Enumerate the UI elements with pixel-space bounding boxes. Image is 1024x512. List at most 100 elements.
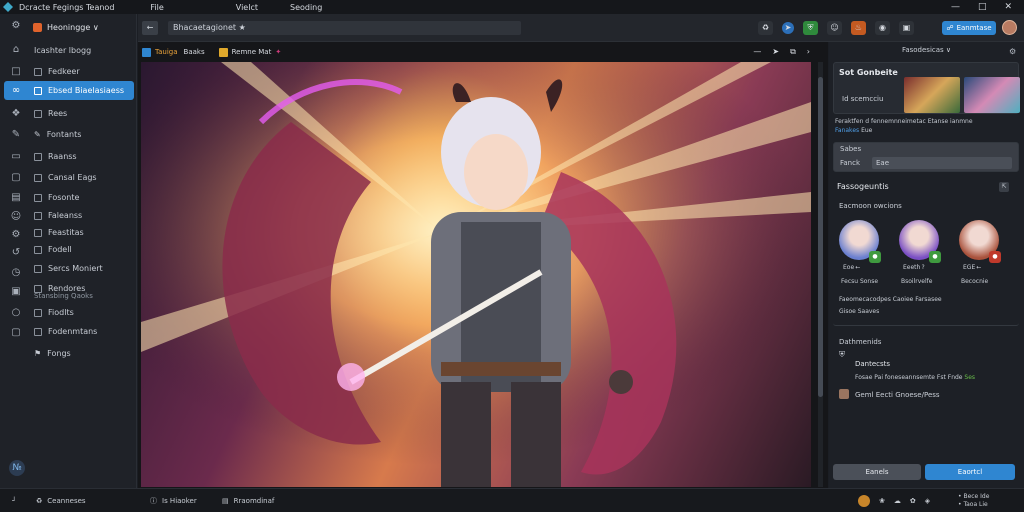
section2-item2[interactable]: Geml Eecti Gnoese/Pess	[855, 391, 940, 399]
artwork-image[interactable]	[141, 62, 811, 487]
send-icon[interactable]: ➤	[772, 47, 779, 57]
thumbnail-image[interactable]	[904, 77, 960, 113]
sidebar-item-raanss[interactable]: Raanss	[0, 147, 137, 166]
participant-2-label: Eeeth ?	[903, 264, 925, 271]
main-toolbar: ← Bhacaetagionet ★ ♻ ➤ ⛨ ☺ ♨ ◉ ▣ ☍ Eanmt…	[138, 14, 1024, 42]
share-nodes-icon[interactable]: ☁	[894, 497, 901, 505]
back-button[interactable]: ←	[142, 21, 158, 35]
avatar: ●	[959, 220, 1001, 263]
canvas-tab-1[interactable]: Tauiga	[155, 48, 178, 56]
sidebar-item-embed[interactable]: Ebsed Biaelasiaess	[4, 81, 134, 100]
sidebar-item-rees[interactable]: Rees	[0, 104, 137, 123]
minus-icon[interactable]: —	[753, 47, 761, 57]
menu-settings[interactable]: Seoding	[290, 3, 322, 12]
sidebar-item-fedkeer[interactable]: Fedkeer	[0, 62, 137, 81]
sidebar-item-cansal[interactable]: Cansal Eags	[0, 168, 137, 187]
canvas-tab-2[interactable]: Baaks	[184, 48, 205, 56]
window-title: Dcracte Fegings Teanod	[19, 2, 115, 12]
participant-2-caption: Bsoilrvelfe	[901, 278, 933, 285]
status-item-1[interactable]: ⓘ Is Hiaoker	[150, 496, 197, 506]
globe-icon[interactable]: ◉	[875, 21, 890, 35]
telegram-icon[interactable]: ➤	[782, 22, 794, 34]
section2-item1[interactable]: Dantecsts	[855, 360, 890, 368]
participant-1[interactable]: ●	[839, 220, 881, 263]
scrollbar-thumb[interactable]	[818, 77, 823, 397]
participant-2[interactable]: ●	[899, 220, 941, 263]
details-card: Sabes Fanck Eae	[833, 142, 1019, 172]
fire-icon[interactable]: ♨	[851, 21, 866, 35]
extension-icon[interactable]: ♻	[758, 21, 773, 35]
status-badge: ●	[929, 251, 941, 263]
sidebar-item-fodell[interactable]: Fodell	[0, 240, 137, 259]
canvas-tab-3[interactable]: Remne Mat	[232, 48, 272, 56]
canvas-scrollbar[interactable]	[818, 62, 823, 487]
right-panel: Fasodesicas ∨ ⚙ Sot Gonbeite Id scemcciu…	[829, 42, 1024, 488]
status-bar: ┘ ♻ Ceanneses ⓘ Is Hiaoker ▤ Rraomdinaf …	[0, 488, 1024, 512]
section-subtitle: Eacmoon owcions	[839, 202, 902, 210]
status-item-2[interactable]: ▤ Rraomdinaf	[222, 497, 274, 505]
user-avatar[interactable]	[1002, 20, 1017, 35]
cancel-button[interactable]: Eanels	[833, 464, 921, 480]
share-button[interactable]: ☍ Eanmtase	[942, 21, 996, 35]
tag-icon[interactable]: ◈	[925, 497, 930, 505]
section-title: Fassogeuntis	[837, 182, 889, 191]
minimize-icon[interactable]: —	[951, 2, 960, 12]
flower-icon[interactable]: ✿	[910, 497, 916, 505]
doc-icon: ▤	[222, 496, 229, 505]
smile-icon[interactable]: ☺	[827, 21, 842, 35]
participant-3-label: EGE ←	[963, 264, 982, 271]
card-description: Feraktfen d fennemnneimetac Etanse ianmn…	[835, 118, 973, 125]
confirm-button[interactable]: Eaortcl	[925, 464, 1015, 480]
status-left[interactable]: ┘	[12, 497, 16, 505]
canvas-area: Tauiga Baaks Remne Mat ✦ — ➤ ⧉ ›	[138, 42, 828, 488]
sidebar-item-fosonte[interactable]: Fosonte	[0, 188, 137, 207]
sidebar-item-fongs[interactable]: ⚑ Fongs	[0, 344, 137, 363]
close-icon[interactable]: ✕	[1004, 2, 1012, 12]
network-icon[interactable]: ❀	[879, 497, 885, 505]
checkbox-icon	[34, 245, 42, 254]
tab-icon	[142, 47, 151, 57]
sidebar-item-fontants[interactable]: ✎ Fontants	[0, 125, 137, 144]
menu-file[interactable]: File	[150, 3, 163, 12]
gear-icon[interactable]: ⚙	[1009, 47, 1016, 56]
participant-1-caption: Fecsu Sonse	[841, 278, 879, 285]
checkbox-icon	[34, 211, 42, 220]
address-bar[interactable]: Bhacaetagionet ★	[168, 21, 521, 35]
details-field-input[interactable]: Eae	[872, 157, 1012, 169]
section-footer-link[interactable]: Gisoe Saaves	[839, 308, 879, 315]
file-icon	[218, 47, 228, 57]
profile-icon[interactable]	[858, 494, 870, 507]
panel-title[interactable]: Fasodesicas ∨	[829, 46, 1024, 54]
participant-3-caption: Becocnie	[961, 278, 989, 285]
sidebar-item-sercs[interactable]: Sercs Moniert	[0, 259, 137, 278]
avatar: ●	[839, 220, 881, 263]
maximize-icon[interactable]: □	[978, 2, 987, 12]
canvas-actions: — ➤ ⧉ ›	[753, 47, 810, 57]
app-window: Dcracte Fegings Teanod File Vielct Seodi…	[0, 0, 1024, 512]
thumbnail-image[interactable]	[964, 77, 1020, 113]
expand-icon[interactable]: ⇱	[999, 182, 1009, 192]
card-link[interactable]: Fanakes	[835, 127, 859, 134]
menu-view[interactable]: Vielct	[236, 3, 258, 12]
link-icon: ∞	[11, 85, 21, 96]
shield-icon[interactable]: ⛨	[803, 21, 818, 35]
card-subtitle: Id scemcciu	[842, 95, 884, 103]
sidebar-item-fodenmtans[interactable]: Fodenmtans	[0, 322, 137, 341]
checkbox-icon	[34, 109, 42, 118]
status-right: • Bece Ide • Taoa Lie	[958, 492, 990, 508]
app-logo-icon	[3, 2, 13, 12]
help-icon[interactable]: №	[9, 460, 25, 476]
card-title: Sot Gonbeite	[839, 68, 898, 77]
image-icon[interactable]: ▣	[899, 21, 914, 35]
sidebar-item-fiodlts[interactable]: Fiodlts	[0, 303, 137, 322]
copy-icon[interactable]: ⧉	[790, 47, 796, 57]
branch-icon: ┘	[12, 496, 17, 505]
settings-icon[interactable]: ⚙	[10, 20, 22, 32]
status-comments[interactable]: ♻ Ceanneses	[36, 497, 86, 505]
participant-3[interactable]: ●	[959, 220, 1001, 263]
workspace-icon	[33, 22, 42, 32]
chevron-right-icon[interactable]: ›	[807, 47, 810, 57]
sidebar-sublabel: Stansbing Qaoks	[34, 292, 93, 300]
sidebar-section-label: Icashter lbogg	[34, 46, 92, 55]
checkbox-icon	[34, 193, 42, 202]
